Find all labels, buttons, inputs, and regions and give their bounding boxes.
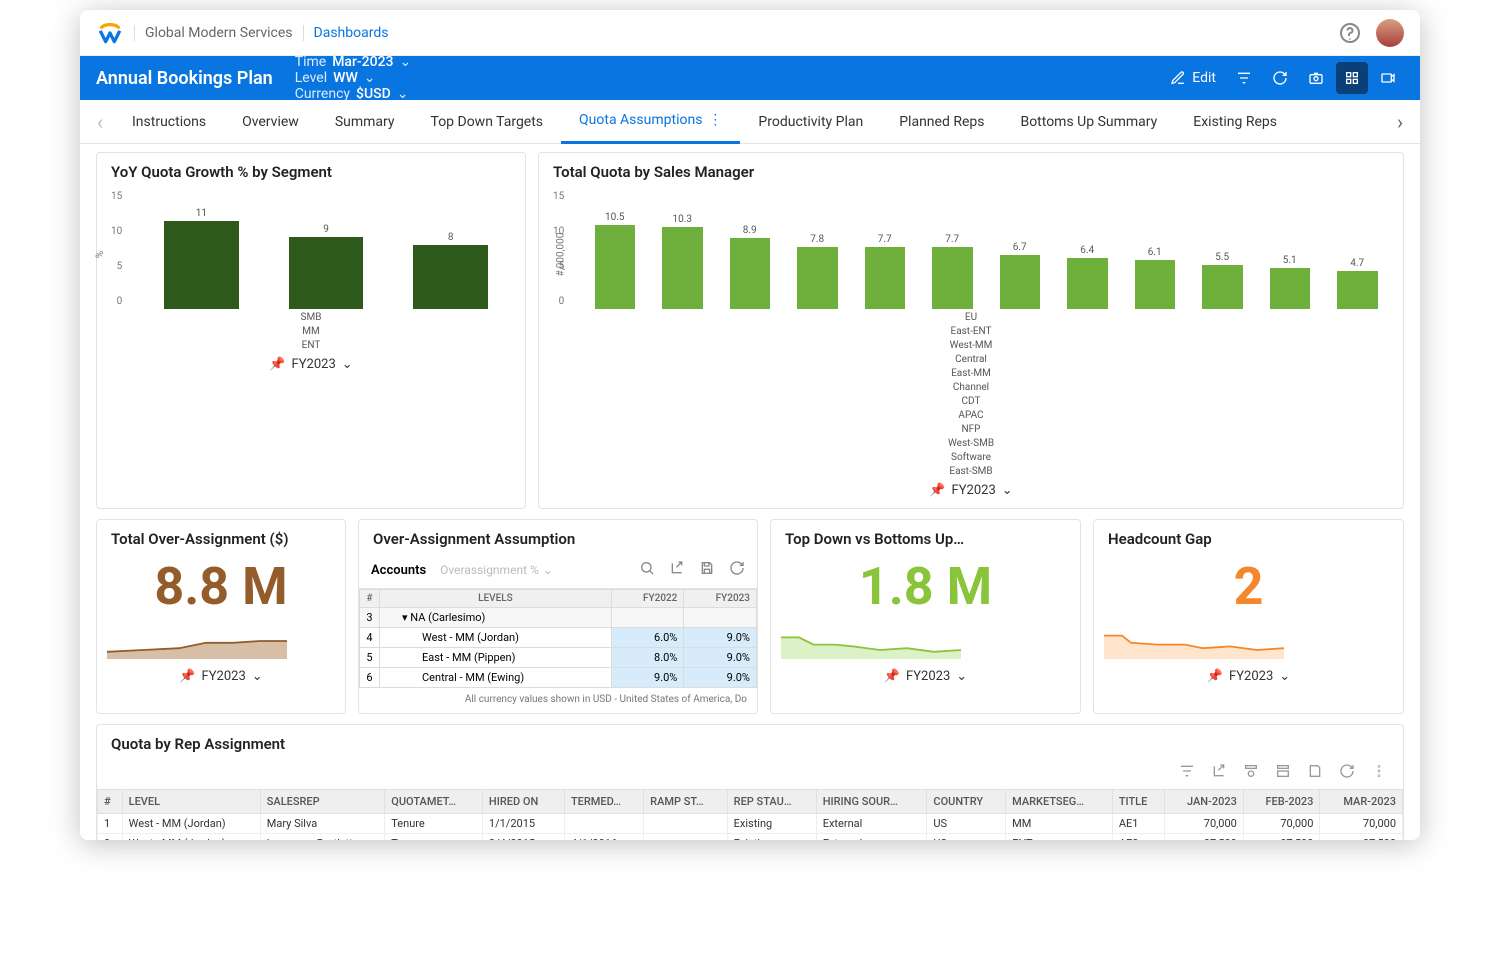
- chevron-down-icon: ⌄: [400, 54, 412, 70]
- more-icon[interactable]: [1371, 763, 1387, 783]
- workday-logo-icon[interactable]: [96, 19, 124, 47]
- present-icon[interactable]: [1372, 62, 1404, 94]
- chevron-down-icon: ⌄: [543, 563, 553, 577]
- chevron-down-icon: ⌄: [342, 357, 353, 372]
- table-row[interactable]: 5East - MM (Pippen)8.0%9.0%: [360, 648, 757, 668]
- breadcrumb-org[interactable]: Global Modern Services: [134, 25, 304, 41]
- tab-top-down-targets[interactable]: Top Down Targets: [413, 100, 562, 144]
- card-title: Top Down vs Bottoms Up…: [771, 520, 1080, 552]
- card-headcount-gap: Headcount Gap 2 📌FY2023⌄: [1093, 519, 1404, 714]
- save-icon[interactable]: [699, 560, 715, 580]
- table-row[interactable]: 6Central - MM (Ewing)9.0%9.0%: [360, 668, 757, 688]
- card-title: YoY Quota Growth % by Segment: [97, 153, 525, 185]
- card-period-picker[interactable]: 📌FY2023⌄: [97, 351, 525, 382]
- table-row[interactable]: 1West - MM (Jordan)Mary SilvaTenure1/1/2…: [98, 814, 1403, 834]
- kpi-value: 2: [1094, 552, 1403, 617]
- card-title: Over-Assignment Assumption: [359, 520, 757, 552]
- chevron-down-icon: ⌄: [252, 669, 263, 684]
- quota-by-rep-table[interactable]: #LEVELSALESREPQUOTAMET…HIRED ONTERMED…RA…: [97, 789, 1403, 840]
- save-icon[interactable]: [1307, 763, 1323, 783]
- help-icon[interactable]: [1338, 21, 1362, 45]
- tab-productivity-plan[interactable]: Productivity Plan: [740, 100, 881, 144]
- over-assignment-table[interactable]: #LEVELSFY2022FY2023 3▾ NA (Carlesimo)4We…: [359, 589, 757, 688]
- tab-scroll-right-icon[interactable]: ›: [1386, 110, 1414, 134]
- grid-scope-label[interactable]: Accounts: [371, 563, 426, 578]
- currency-footnote: All currency values shown in USD - Unite…: [359, 688, 757, 713]
- pin-icon: 📌: [179, 669, 195, 684]
- table-row[interactable]: 2West - MM (Jordan)Lawrence BartlettTenu…: [98, 834, 1403, 841]
- card-title: Total Over-Assignment ($): [97, 520, 345, 552]
- table-row[interactable]: 3▾ NA (Carlesimo): [360, 608, 757, 628]
- tab-overview[interactable]: Overview: [224, 100, 317, 144]
- breadcrumb-page[interactable]: Dashboards: [304, 25, 399, 41]
- filter-icon[interactable]: [1179, 763, 1195, 783]
- topbar: Global Modern Services Dashboards: [80, 10, 1420, 56]
- sparkline: [1104, 623, 1284, 659]
- page-title: Annual Bookings Plan: [96, 68, 273, 89]
- pin-icon: 📌: [929, 483, 945, 498]
- export-icon[interactable]: [669, 560, 685, 580]
- card-period-picker[interactable]: 📌FY2023⌄: [1094, 663, 1403, 694]
- grid-column-picker[interactable]: Overassignment % ⌄: [440, 563, 553, 577]
- grid-view-icon[interactable]: [1336, 62, 1368, 94]
- filter-level[interactable]: LevelWW⌄: [295, 70, 412, 86]
- card-yoy-quota-growth: YoY Quota Growth % by Segment 151050%119…: [96, 152, 526, 509]
- tab-menu-icon[interactable]: ⋮: [708, 112, 722, 128]
- filter-icon[interactable]: [1228, 62, 1260, 94]
- card-total-over-assignment: Total Over-Assignment ($) 8.8 M 📌FY2023⌄: [96, 519, 346, 714]
- bar-chart-yoy: 151050%1198: [139, 189, 513, 309]
- tab-quota-assumptions[interactable]: Quota Assumptions⋮: [561, 100, 740, 144]
- chevron-down-icon: ⌄: [956, 669, 967, 684]
- card-title: Total Quota by Sales Manager: [539, 153, 1403, 185]
- card-period-picker[interactable]: 📌FY2023⌄: [539, 477, 1403, 508]
- pin-icon: 📌: [269, 357, 285, 372]
- sparkline: [781, 623, 961, 659]
- sparkline: [107, 623, 287, 659]
- tabstrip: ‹ InstructionsOverviewSummaryTop Down Ta…: [80, 100, 1420, 144]
- camera-icon[interactable]: [1300, 62, 1332, 94]
- chevron-down-icon: ⌄: [1279, 669, 1290, 684]
- tab-summary[interactable]: Summary: [317, 100, 413, 144]
- refresh-icon[interactable]: [1264, 62, 1296, 94]
- card-over-assignment-assumption: Over-Assignment Assumption Accounts Over…: [358, 519, 758, 714]
- pin-icon: 📌: [1207, 669, 1223, 684]
- chevron-down-icon: ⌄: [1002, 483, 1013, 498]
- export-icon[interactable]: [1211, 763, 1227, 783]
- card-title: Headcount Gap: [1094, 520, 1403, 552]
- card-period-picker[interactable]: 📌FY2023⌄: [771, 663, 1080, 694]
- pin-icon: 📌: [884, 669, 900, 684]
- filter-time[interactable]: TimeMar-2023⌄: [295, 54, 412, 70]
- card-total-quota-manager: Total Quota by Sales Manager 151050#,000…: [538, 152, 1404, 509]
- card-title: Quota by Rep Assignment: [97, 725, 1403, 757]
- card-period-picker[interactable]: 📌FY2023⌄: [97, 663, 345, 694]
- column-settings-icon[interactable]: [1243, 763, 1259, 783]
- avatar[interactable]: [1376, 19, 1404, 47]
- refresh-icon[interactable]: [1339, 763, 1355, 783]
- kpi-value: 8.8 M: [97, 552, 345, 617]
- bluebar: Annual Bookings Plan TimeMar-2023⌄LevelW…: [80, 56, 1420, 100]
- kpi-value: 1.8 M: [771, 552, 1080, 617]
- bar-chart-tqm: 151050#,000,00010.510.38.97.87.77.76.76.…: [581, 189, 1391, 309]
- tab-bottoms-up-summary[interactable]: Bottoms Up Summary: [1002, 100, 1175, 144]
- tab-existing-reps[interactable]: Existing Reps: [1175, 100, 1295, 144]
- edit-button[interactable]: Edit: [1170, 70, 1216, 86]
- freeze-icon[interactable]: [1275, 763, 1291, 783]
- table-row[interactable]: 4West - MM (Jordan)6.0%9.0%: [360, 628, 757, 648]
- card-quota-by-rep: Quota by Rep Assignment #LEVELSALESREPQU…: [96, 724, 1404, 840]
- tab-scroll-left-icon[interactable]: ‹: [86, 110, 114, 134]
- tab-instructions[interactable]: Instructions: [114, 100, 224, 144]
- tab-planned-reps[interactable]: Planned Reps: [881, 100, 1002, 144]
- chevron-down-icon: ⌄: [364, 70, 376, 86]
- refresh-icon[interactable]: [729, 560, 745, 580]
- edit-label: Edit: [1192, 70, 1216, 86]
- search-icon[interactable]: [639, 560, 655, 580]
- card-topdown-vs-bottomsup: Top Down vs Bottoms Up… 1.8 M 📌FY2023⌄: [770, 519, 1081, 714]
